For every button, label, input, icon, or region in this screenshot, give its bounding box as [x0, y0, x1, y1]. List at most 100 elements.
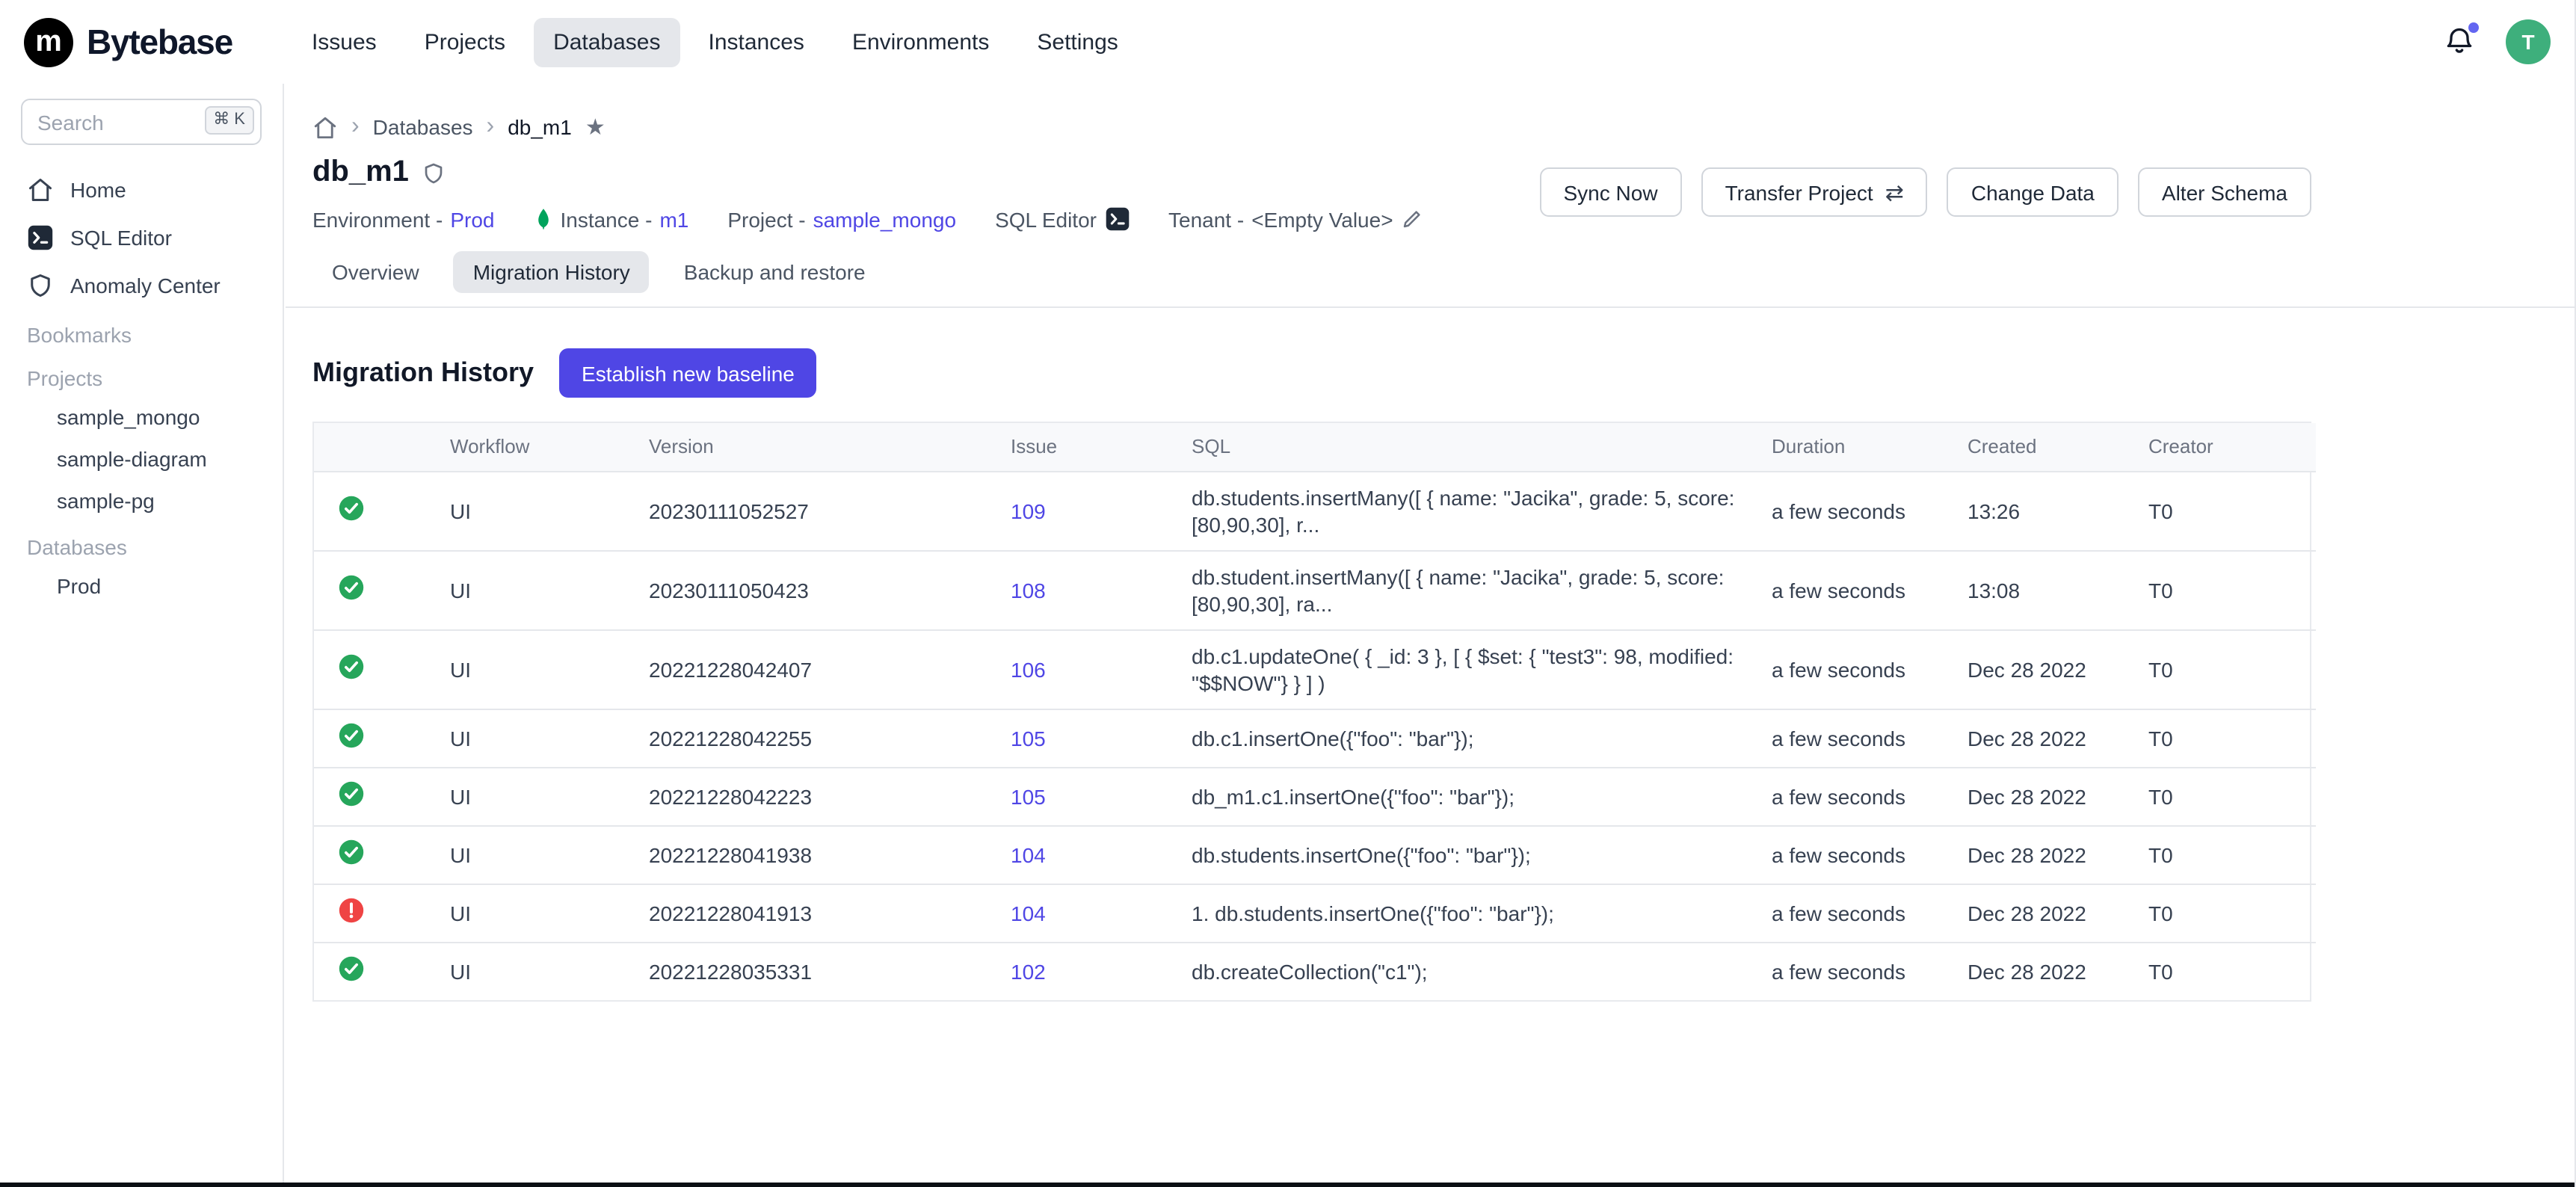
- environment-meta: Environment - Prod: [312, 207, 494, 231]
- creator-cell: T0: [2132, 826, 2316, 884]
- issue-link[interactable]: 108: [1011, 579, 1046, 602]
- avatar[interactable]: T: [2506, 19, 2551, 64]
- nav-databases[interactable]: Databases: [534, 17, 680, 67]
- version-cell: 20221228041913: [632, 884, 994, 943]
- created-cell: Dec 28 2022: [1951, 709, 2132, 768]
- window-bottom-edge: [0, 1183, 2575, 1187]
- tab-overview[interactable]: Overview: [312, 251, 439, 293]
- instance-link[interactable]: m1: [659, 207, 688, 231]
- sync-now-button[interactable]: Sync Now: [1540, 167, 1682, 217]
- duration-cell: a few seconds: [1755, 943, 1951, 1000]
- migration-history-table: Workflow Version Issue SQL Duration Crea…: [312, 422, 2311, 1002]
- sql-cell: db.c1.insertOne({"foo": "bar"});: [1175, 709, 1755, 768]
- environment-link[interactable]: Prod: [450, 207, 494, 231]
- bytebase-logo[interactable]: m Bytebase: [24, 17, 232, 67]
- sidebar-database-prod[interactable]: Prod: [21, 565, 262, 607]
- table-row[interactable]: UI 20221228042407 106 db.c1.updateOne( {…: [314, 630, 2316, 709]
- creator-cell: T0: [2132, 630, 2316, 709]
- duration-cell: a few seconds: [1755, 630, 1951, 709]
- version-cell: 20230111052527: [632, 472, 994, 551]
- sidebar-section-bookmarks: Bookmarks: [21, 309, 262, 353]
- tab-migration-history[interactable]: Migration History: [454, 251, 650, 293]
- sidebar-item-anomaly-center[interactable]: Anomaly Center: [21, 262, 262, 309]
- sidebar-item-label: Anomaly Center: [70, 274, 221, 297]
- sql-editor-open-icon[interactable]: [1104, 206, 1130, 232]
- top-navbar: m Bytebase Issues Projects Databases Ins…: [0, 0, 2575, 84]
- table-row[interactable]: UI 20230111050423 108 db.student.insertM…: [314, 551, 2316, 630]
- created-cell: Dec 28 2022: [1951, 630, 2132, 709]
- sql-cell: db.students.insertMany([ { name: "Jacika…: [1175, 472, 1755, 551]
- sql-editor-meta: SQL Editor: [995, 206, 1130, 232]
- issue-link[interactable]: 105: [1011, 727, 1046, 750]
- issue-link[interactable]: 105: [1011, 785, 1046, 809]
- table-row[interactable]: UI 20221228042223 105 db_m1.c1.insertOne…: [314, 768, 2316, 826]
- sql-cell: db.students.insertOne({"foo": "bar"});: [1175, 826, 1755, 884]
- sidebar-project-sample-diagram[interactable]: sample-diagram: [21, 438, 262, 480]
- database-meta-row: Environment - Prod Instance - m1 Project…: [312, 206, 1423, 232]
- version-cell: 20221228042407: [632, 630, 994, 709]
- breadcrumb-separator: ›: [487, 115, 495, 139]
- duration-cell: a few seconds: [1755, 709, 1951, 768]
- nav-issues[interactable]: Issues: [292, 17, 396, 67]
- workflow-cell: UI: [434, 884, 632, 943]
- transfer-arrows-icon: ⇄: [1885, 179, 1904, 206]
- sql-cell: db_m1.c1.insertOne({"foo": "bar"});: [1175, 768, 1755, 826]
- version-cell: 20221228041938: [632, 826, 994, 884]
- breadcrumb-home-icon[interactable]: [312, 114, 338, 140]
- project-link[interactable]: sample_mongo: [813, 207, 956, 231]
- table-row[interactable]: UI 20221228041913 104 1. db.students.ins…: [314, 884, 2316, 943]
- issue-link[interactable]: 106: [1011, 658, 1046, 682]
- change-data-button[interactable]: Change Data: [1947, 167, 2119, 217]
- created-cell: Dec 28 2022: [1951, 826, 2132, 884]
- created-cell: Dec 28 2022: [1951, 943, 2132, 1000]
- created-cell: Dec 28 2022: [1951, 768, 2132, 826]
- tab-content: Migration History Establish new baseline…: [286, 308, 2575, 1002]
- sidebar-item-sql-editor[interactable]: SQL Editor: [21, 214, 262, 262]
- tenant-edit-pencil-icon[interactable]: [1401, 208, 1423, 230]
- success-status-icon: [338, 653, 365, 680]
- transfer-project-button[interactable]: Transfer Project ⇄: [1701, 167, 1928, 217]
- breadcrumb-current: db_m1: [508, 115, 572, 139]
- search-box: ⌘ K: [21, 99, 262, 145]
- notification-dot: [2468, 22, 2479, 33]
- workflow-cell: UI: [434, 826, 632, 884]
- nav-projects[interactable]: Projects: [405, 17, 525, 67]
- nav-instances[interactable]: Instances: [689, 17, 824, 67]
- tab-backup-and-restore[interactable]: Backup and restore: [665, 251, 885, 293]
- establish-baseline-button[interactable]: Establish new baseline: [559, 348, 817, 398]
- breadcrumb-databases[interactable]: Databases: [373, 115, 473, 139]
- created-cell: 13:08: [1951, 551, 2132, 630]
- table-row[interactable]: UI 20221228041938 104 db.students.insert…: [314, 826, 2316, 884]
- tab-bar: Overview Migration History Backup and re…: [286, 251, 2575, 308]
- success-status-icon: [338, 722, 365, 749]
- sidebar-item-home[interactable]: Home: [21, 166, 262, 214]
- home-icon: [27, 176, 54, 203]
- main-content: › Databases › db_m1 ★ db_m1 Environment …: [286, 84, 2575, 1187]
- sql-cell: 1. db.students.insertOne({"foo": "bar"})…: [1175, 884, 1755, 943]
- sidebar-project-sample-mongo[interactable]: sample_mongo: [21, 396, 262, 438]
- issue-link[interactable]: 109: [1011, 499, 1046, 523]
- issue-link[interactable]: 104: [1011, 901, 1046, 925]
- breadcrumb: › Databases › db_m1 ★: [286, 84, 2575, 141]
- issue-link[interactable]: 104: [1011, 843, 1046, 867]
- table-row[interactable]: UI 20221228035331 102 db.createCollectio…: [314, 943, 2316, 1000]
- table-row[interactable]: UI 20230111052527 109 db.students.insert…: [314, 472, 2316, 551]
- version-cell: 20221228042255: [632, 709, 994, 768]
- bookmark-star-icon[interactable]: ★: [585, 114, 606, 141]
- app-window: m Bytebase Issues Projects Databases Ins…: [0, 0, 2576, 1187]
- sync-now-label: Sync Now: [1564, 180, 1658, 204]
- col-version: Version: [632, 423, 994, 472]
- creator-cell: T0: [2132, 472, 2316, 551]
- sidebar-project-sample-pg[interactable]: sample-pg: [21, 480, 262, 522]
- nav-settings[interactable]: Settings: [1017, 17, 1137, 67]
- alter-schema-button[interactable]: Alter Schema: [2138, 167, 2311, 217]
- creator-cell: T0: [2132, 768, 2316, 826]
- sidebar-section-projects: Projects: [21, 353, 262, 396]
- issue-link[interactable]: 102: [1011, 960, 1046, 984]
- breadcrumb-separator: ›: [351, 115, 360, 139]
- notifications-button[interactable]: [2443, 25, 2476, 58]
- creator-cell: T0: [2132, 884, 2316, 943]
- migration-history-title: Migration History: [312, 357, 534, 389]
- table-row[interactable]: UI 20221228042255 105 db.c1.insertOne({"…: [314, 709, 2316, 768]
- nav-environments[interactable]: Environments: [833, 17, 1008, 67]
